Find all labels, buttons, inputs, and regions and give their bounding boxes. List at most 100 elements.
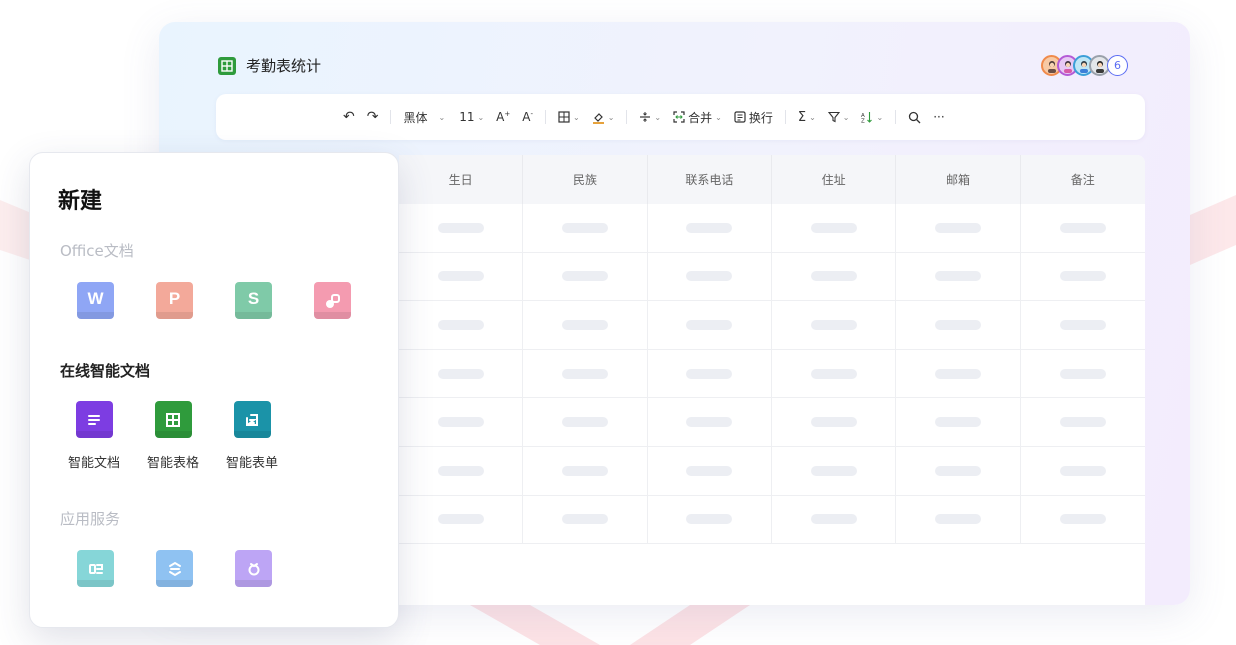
table-cell[interactable] [648, 349, 772, 398]
smart-doc-button[interactable]: 智能文档 [68, 401, 120, 471]
placeholder-bar [561, 319, 608, 330]
decrease-font-button[interactable]: A- [522, 110, 533, 124]
column-header[interactable]: 联系电话 [648, 155, 772, 204]
sort-button[interactable]: AZ ⌄ [861, 111, 883, 123]
table-cell[interactable] [772, 446, 897, 495]
placeholder-bar [1059, 417, 1106, 428]
spreadsheet-app-icon: S [235, 282, 272, 319]
service-app-2-button[interactable] [156, 550, 193, 587]
filter-button[interactable]: ⌄ [827, 111, 849, 123]
table-cell[interactable] [648, 252, 772, 301]
table-cell[interactable] [523, 301, 648, 349]
table-cell[interactable] [399, 252, 524, 301]
table-cell[interactable] [1021, 398, 1145, 446]
column-header[interactable]: 民族 [523, 155, 648, 204]
table-cell[interactable] [399, 495, 524, 544]
sum-button[interactable]: Σ ⌄ [798, 110, 816, 125]
more-button[interactable]: ··· [933, 110, 944, 124]
pdf-app-button[interactable] [314, 282, 351, 319]
increase-font-icon: A+ [496, 110, 511, 124]
wrap-text-button[interactable]: 换行 [734, 109, 773, 126]
toolbar-divider [390, 110, 392, 124]
smart-doc-label: 智能文档 [68, 456, 121, 471]
table-cell[interactable] [399, 446, 524, 495]
table-cell[interactable] [523, 398, 648, 446]
wrap-text-label: 换行 [748, 110, 773, 125]
word-app-button[interactable]: W [77, 282, 114, 319]
table-cell[interactable] [772, 349, 897, 398]
table-cell[interactable] [1021, 447, 1145, 495]
column-header[interactable]: 备注 [1021, 155, 1145, 204]
presentation-app-button[interactable]: P [156, 282, 193, 319]
font-family-select[interactable]: 黑体 ⌄ [403, 109, 445, 126]
spreadsheet-app-button[interactable]: S [235, 282, 272, 319]
search-button[interactable] [908, 111, 921, 124]
table-cell[interactable] [772, 204, 897, 252]
app-letter: W [87, 288, 104, 308]
service-app-1-button[interactable] [77, 550, 114, 587]
table-cell[interactable] [648, 398, 772, 446]
document-title-bar: 考勤表统计 [218, 55, 321, 76]
table-cell[interactable] [896, 301, 1021, 349]
table-cell[interactable] [896, 495, 1021, 544]
table-cell[interactable] [1021, 350, 1145, 398]
column-header[interactable]: 生日 [399, 155, 524, 204]
smart-form-button[interactable]: 智能表单 [226, 401, 278, 471]
table-cell[interactable] [399, 204, 524, 252]
collaborator-count-badge[interactable]: 6 [1107, 55, 1128, 76]
placeholder-bar [437, 514, 484, 525]
table-cell[interactable] [523, 252, 648, 301]
placeholder-bar [810, 222, 857, 233]
table-cell[interactable] [896, 349, 1021, 398]
merge-cells-button[interactable]: 合并 ⌄ [673, 109, 722, 126]
table-cell[interactable] [648, 495, 772, 544]
vertical-align-button[interactable]: ⌄ [639, 111, 661, 123]
table-cell[interactable] [896, 252, 1021, 301]
chevron-down-icon: ⌄ [809, 112, 816, 122]
column-header[interactable]: 住址 [772, 155, 897, 204]
table-cell[interactable] [399, 301, 524, 349]
placeholder-bar [934, 271, 981, 282]
increase-font-button[interactable]: A+ [496, 110, 510, 124]
service-app-3-icon [235, 550, 272, 587]
font-size-select[interactable]: 11 ⌄ [459, 110, 484, 124]
table-cell[interactable] [896, 446, 1021, 495]
placeholder-bar [1059, 465, 1106, 476]
table-cell[interactable] [399, 349, 524, 398]
document-name[interactable]: 考勤表统计 [246, 55, 321, 76]
table-cell[interactable] [772, 252, 897, 301]
spreadsheet-grid[interactable]: 生日 民族 联系电话 住址 邮箱 备注 [399, 155, 1145, 605]
table-cell[interactable] [523, 349, 648, 398]
table-cell[interactable] [648, 204, 772, 252]
table-cell[interactable] [896, 398, 1021, 446]
table-cell[interactable] [648, 301, 772, 349]
placeholder-bar [437, 368, 484, 379]
table-cell[interactable] [772, 495, 897, 544]
table-cell[interactable] [648, 446, 772, 495]
table-cell[interactable] [1021, 204, 1145, 252]
smart-sheet-button[interactable]: 智能表格 [147, 401, 199, 471]
fill-color-button[interactable]: ⌄ [592, 111, 614, 124]
table-cell[interactable] [523, 204, 648, 252]
placeholder-bar [810, 514, 857, 525]
collaborator-avatars[interactable]: 6 [1041, 55, 1128, 76]
table-cell[interactable] [772, 301, 897, 349]
column-header[interactable]: 邮箱 [896, 155, 1021, 204]
table-cell[interactable] [523, 495, 648, 544]
table-cell[interactable] [399, 398, 524, 446]
table-cell[interactable] [523, 446, 648, 495]
service-app-3-button[interactable] [235, 550, 272, 587]
table-cell[interactable] [1021, 301, 1145, 349]
table-cell[interactable] [772, 398, 897, 446]
placeholder-bar [810, 319, 857, 330]
table-cell[interactable] [1021, 253, 1145, 301]
redo-button[interactable]: ↷ [367, 109, 379, 125]
chevron-down-icon: ⌄ [715, 112, 722, 122]
undo-button[interactable]: ↶ [343, 109, 355, 125]
placeholder-bar [1059, 222, 1106, 233]
borders-button[interactable]: ⌄ [558, 111, 580, 123]
table-cell[interactable] [896, 204, 1021, 252]
table-cell[interactable] [1021, 496, 1145, 544]
table-row [399, 446, 1145, 496]
pdf-app-icon [314, 282, 351, 319]
